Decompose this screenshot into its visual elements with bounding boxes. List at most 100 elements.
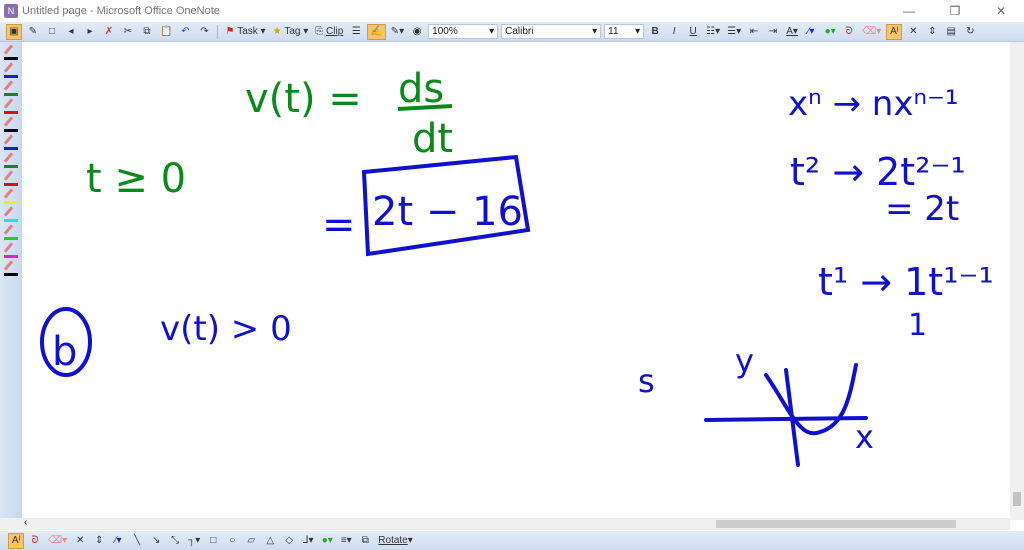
pen-icon [3,98,14,109]
line-weight-icon[interactable]: ≡▾ [338,533,354,549]
delete-icon[interactable]: ✕ [72,533,88,549]
triangle-icon[interactable]: △ [262,533,278,549]
decrease-indent-icon[interactable]: ⇤ [746,24,762,40]
zoom-select[interactable]: 100% ▾ [428,24,499,39]
redo-icon[interactable]: ↷ [196,24,212,40]
ellipse-icon[interactable]: ○ [224,533,240,549]
ink-rule-2: t² → 2t²⁻¹ [790,150,966,194]
pen-color-swatch [4,147,18,150]
title-bar: N Untitled page - Microsoft Office OneNo… [0,0,1024,22]
font-select[interactable]: Calibri ▾ [501,24,602,39]
rotate-button[interactable]: Rotate ▾ [376,533,415,549]
tag-button[interactable]: ★ Tag ▾ [271,24,311,40]
pen-color-swatch [4,273,18,276]
pen-color-swatch [4,219,18,222]
pen-dropdown[interactable]: ✎▾ [389,24,406,40]
type-select-icon[interactable]: Aᴵ [886,23,903,40]
pen-icon [3,116,14,127]
pen-9[interactable] [2,206,20,222]
delete-icon[interactable]: ✗ [101,24,117,40]
scroll-left-icon[interactable]: ‹ [24,517,27,528]
vertical-scroll-thumb[interactable] [1013,492,1021,506]
arrange-icon[interactable]: ⧉ [357,533,373,549]
onenote-app-icon: N [4,4,18,18]
cut-icon[interactable]: ✂ [120,24,136,40]
pen-color-swatch [4,111,18,114]
lasso-icon[interactable]: ᘐ [841,24,857,40]
clip-button[interactable]: ⎘ Clip [313,24,345,40]
connector-icon[interactable]: ⅃▾ [300,533,316,549]
paste-icon[interactable]: 📋 [158,24,174,40]
axes-icon[interactable]: ┐▾ [186,533,202,549]
italic-button[interactable]: I [666,24,682,40]
back-button[interactable]: ◂ [63,24,79,40]
pen-6[interactable] [2,152,20,168]
pen-color-swatch [4,237,18,240]
numbering-icon[interactable]: ☰▾ [725,24,743,40]
full-page-view-button[interactable]: ▣ [6,23,22,40]
pen-3[interactable] [2,98,20,114]
insert-space-icon[interactable]: ⇕ [91,533,107,549]
pen-7[interactable] [2,170,20,186]
lasso-icon[interactable]: ᘐ [27,533,43,549]
diamond-icon[interactable]: ◇ [281,533,297,549]
ink-layer: v(t) = ds dt t ≥ 0 = 2t − 16 b v(t) > 0 … [40,66,994,467]
zoom-value: 100% [432,26,458,37]
vertical-scrollbar[interactable] [1010,42,1024,520]
pen-color-swatch [4,255,18,258]
graph-curve [764,363,858,436]
eraser-icon[interactable]: ⌫▾ [860,24,883,40]
pen-11[interactable] [2,242,20,258]
research-icon[interactable]: ◉ [409,24,425,40]
pen-8[interactable] [2,188,20,204]
font-size-select[interactable]: 11 ▾ [604,24,645,39]
forward-button[interactable]: ▸ [82,24,98,40]
highlight-icon[interactable]: ∕▾ [803,24,819,40]
ink-rule-1: xⁿ → nxⁿ⁻¹ [788,84,959,124]
restore-button[interactable]: ❐ [932,0,978,22]
double-arrow-icon[interactable]: ⤡ [167,533,183,549]
note-page-canvas[interactable]: v(t) = ds dt t ≥ 0 = 2t − 16 b v(t) > 0 … [22,42,1010,518]
color-icon[interactable]: ●▾ [822,24,838,40]
parallelogram-icon[interactable]: ▱ [243,533,259,549]
pen-10[interactable] [2,224,20,240]
pen-color-icon[interactable]: ∕▾ [110,533,126,549]
pen-1[interactable] [2,62,20,78]
underline-button[interactable]: U [685,24,701,40]
delete-selection-icon[interactable]: ✕ [905,24,921,40]
flag-icon: ⚑ [225,26,235,37]
bold-button[interactable]: B [647,24,663,40]
pen-icon [3,152,14,163]
pen-mode-icon[interactable]: ✍ [367,23,386,40]
font-size-value: 11 [608,26,619,37]
rule-lines-icon[interactable]: ☰ [348,24,364,40]
font-color-icon[interactable]: A▾ [784,24,800,40]
close-button[interactable]: ✕ [978,0,1024,22]
task-button[interactable]: ⚑ Task ▾ [223,24,267,40]
new-page-button[interactable]: □ [44,24,60,40]
eraser-icon[interactable]: ⌫▾ [46,533,69,549]
page-icon[interactable]: ▤ [943,24,959,40]
horizontal-scrollbar[interactable]: ‹ [0,517,1010,530]
undo-icon[interactable]: ↶ [177,24,193,40]
ink-to-text-icon[interactable]: ↻ [962,24,978,40]
pen-12[interactable] [2,260,20,276]
pen-2[interactable] [2,80,20,96]
type-select-icon[interactable]: Aᴵ [8,532,24,549]
insert-space-icon[interactable]: ⇕ [924,24,940,40]
increase-indent-icon[interactable]: ⇥ [765,24,781,40]
pen-5[interactable] [2,134,20,150]
pen-color-swatch [4,165,18,168]
color-icon[interactable]: ●▾ [319,533,335,549]
rectangle-icon[interactable]: □ [205,533,221,549]
line-icon[interactable]: ╲ [129,533,145,549]
pen-icon [3,80,14,91]
pen-0[interactable] [2,44,20,60]
arrow-icon[interactable]: ↘ [148,533,164,549]
bullets-icon[interactable]: ☷▾ [704,24,722,40]
pen-button[interactable]: ✎ [25,24,41,40]
pen-4[interactable] [2,116,20,132]
copy-icon[interactable]: ⧉ [139,24,155,40]
horizontal-scroll-thumb[interactable] [716,520,956,528]
minimize-button[interactable]: — [886,0,932,22]
